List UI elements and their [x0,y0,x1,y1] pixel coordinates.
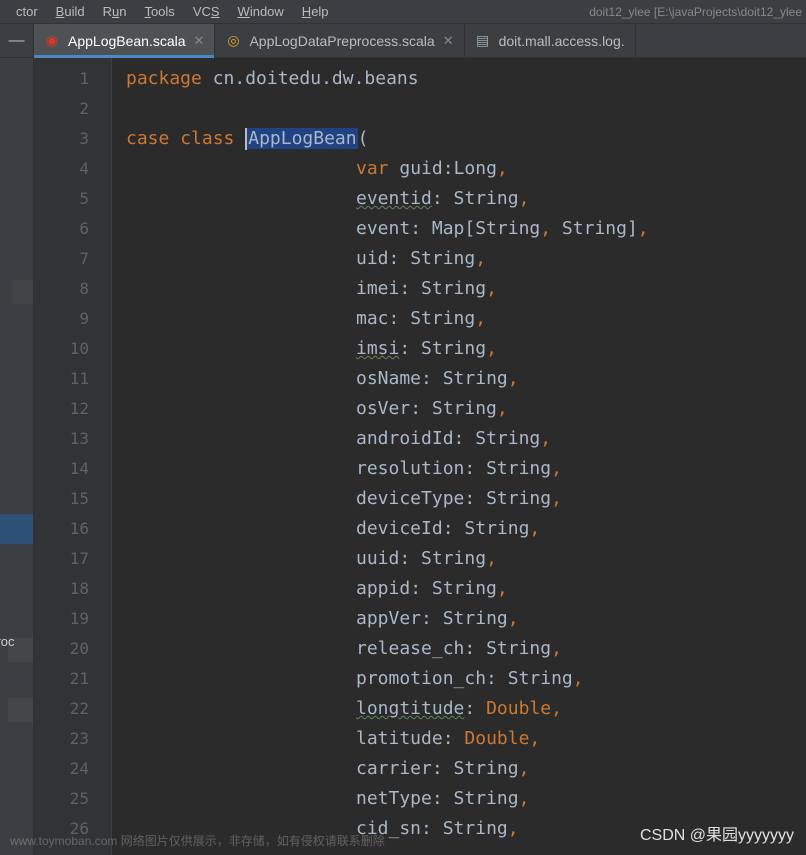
line-number: 6 [34,214,111,244]
code-line[interactable]: longtitude: Double, [112,694,806,724]
menu-vcs[interactable]: VCS [185,2,228,21]
line-number: 2 [34,94,111,124]
collapse-button[interactable]: — [0,24,34,57]
line-number: 3 [34,124,111,154]
code-line[interactable]: release_ch: String, [112,634,806,664]
line-gutter: 1234567891011121314151617181920212223242… [34,58,112,855]
code-line[interactable]: appVer: String, [112,604,806,634]
scala-icon: ◎ [225,33,241,49]
line-number: 14 [34,454,111,484]
close-icon[interactable]: ✕ [194,33,205,49]
code-line[interactable]: var guid:Long, [112,154,806,184]
line-number: 13 [34,424,111,454]
line-number: 8 [34,274,111,304]
line-number: 23 [34,724,111,754]
code-line[interactable]: latitude: Double, [112,724,806,754]
line-number: 10 [34,334,111,364]
tab-accesslog[interactable]: ▤ doit.mall.access.log. [465,24,636,57]
code-line[interactable] [112,94,806,124]
close-icon[interactable]: ✕ [443,33,454,49]
line-number: 11 [34,364,111,394]
menu-tools[interactable]: Tools [136,2,182,21]
breadcrumb: doit12_ylee [E:\javaProjects\doit12_ylee [589,0,806,24]
line-number: 1 [34,64,111,94]
code-line[interactable]: osVer: String, [112,394,806,424]
line-number: 16 [34,514,111,544]
line-number: 9 [34,304,111,334]
line-number: 21 [34,664,111,694]
tab-applogdatapreprocess[interactable]: ◎ AppLogDataPreprocess.scala ✕ [215,24,464,57]
code-line[interactable]: promotion_ch: String, [112,664,806,694]
code-line[interactable]: deviceType: String, [112,484,806,514]
menu-run[interactable]: Run [95,2,135,21]
tab-label: AppLogBean.scala [68,33,186,49]
line-number: 19 [34,604,111,634]
line-number: 18 [34,574,111,604]
line-number: 12 [34,394,111,424]
sidebar-clip-text: eproc [0,634,15,649]
tab-bar: — ◉ AppLogBean.scala ✕ ◎ AppLogDataPrepr… [0,24,806,58]
editor-area: eproc 1234567891011121314151617181920212… [0,58,806,855]
code-line[interactable]: case class AppLogBean( [112,124,806,154]
menu-refactor[interactable]: ctor [8,2,46,21]
tab-applogbean[interactable]: ◉ AppLogBean.scala ✕ [34,24,215,57]
code-editor[interactable]: package cn.doitedu.dw.beans case class Ap… [112,58,806,855]
code-line[interactable]: eventid: String, [112,184,806,214]
tab-label: doit.mall.access.log. [499,33,625,49]
line-number: 7 [34,244,111,274]
line-number: 22 [34,694,111,724]
line-number: 4 [34,154,111,184]
project-column[interactable]: eproc [0,58,34,855]
line-number: 25 [34,784,111,814]
menu-build[interactable]: Build [48,2,93,21]
menu-help[interactable]: Help [294,2,337,21]
code-line[interactable]: event: Map[String, String], [112,214,806,244]
code-line[interactable]: resolution: String, [112,454,806,484]
code-line[interactable]: carrier: String, [112,754,806,784]
line-number: 15 [34,484,111,514]
code-line[interactable]: imei: String, [112,274,806,304]
file-icon: ▤ [475,33,491,49]
code-line[interactable]: deviceId: String, [112,514,806,544]
scala-icon: ◉ [44,33,60,49]
watermark-source: www.toymoban.com 网络图片仅供展示，非存储，如有侵权请联系删除 [10,832,385,849]
code-line[interactable]: netType: String, [112,784,806,814]
tab-label: AppLogDataPreprocess.scala [249,33,434,49]
code-line[interactable]: package cn.doitedu.dw.beans [112,64,806,94]
menu-window[interactable]: Window [230,2,292,21]
code-line[interactable]: mac: String, [112,304,806,334]
line-number: 24 [34,754,111,784]
watermark-csdn: CSDN @果园yyyyyyy [640,821,794,845]
line-number: 20 [34,634,111,664]
code-line[interactable]: uid: String, [112,244,806,274]
line-number: 5 [34,184,111,214]
code-line[interactable]: appid: String, [112,574,806,604]
code-line[interactable]: androidId: String, [112,424,806,454]
code-line[interactable]: uuid: String, [112,544,806,574]
code-line[interactable]: imsi: String, [112,334,806,364]
line-number: 17 [34,544,111,574]
menubar: ctor Build Run Tools VCS Window Help doi… [0,0,806,24]
code-line[interactable]: osName: String, [112,364,806,394]
